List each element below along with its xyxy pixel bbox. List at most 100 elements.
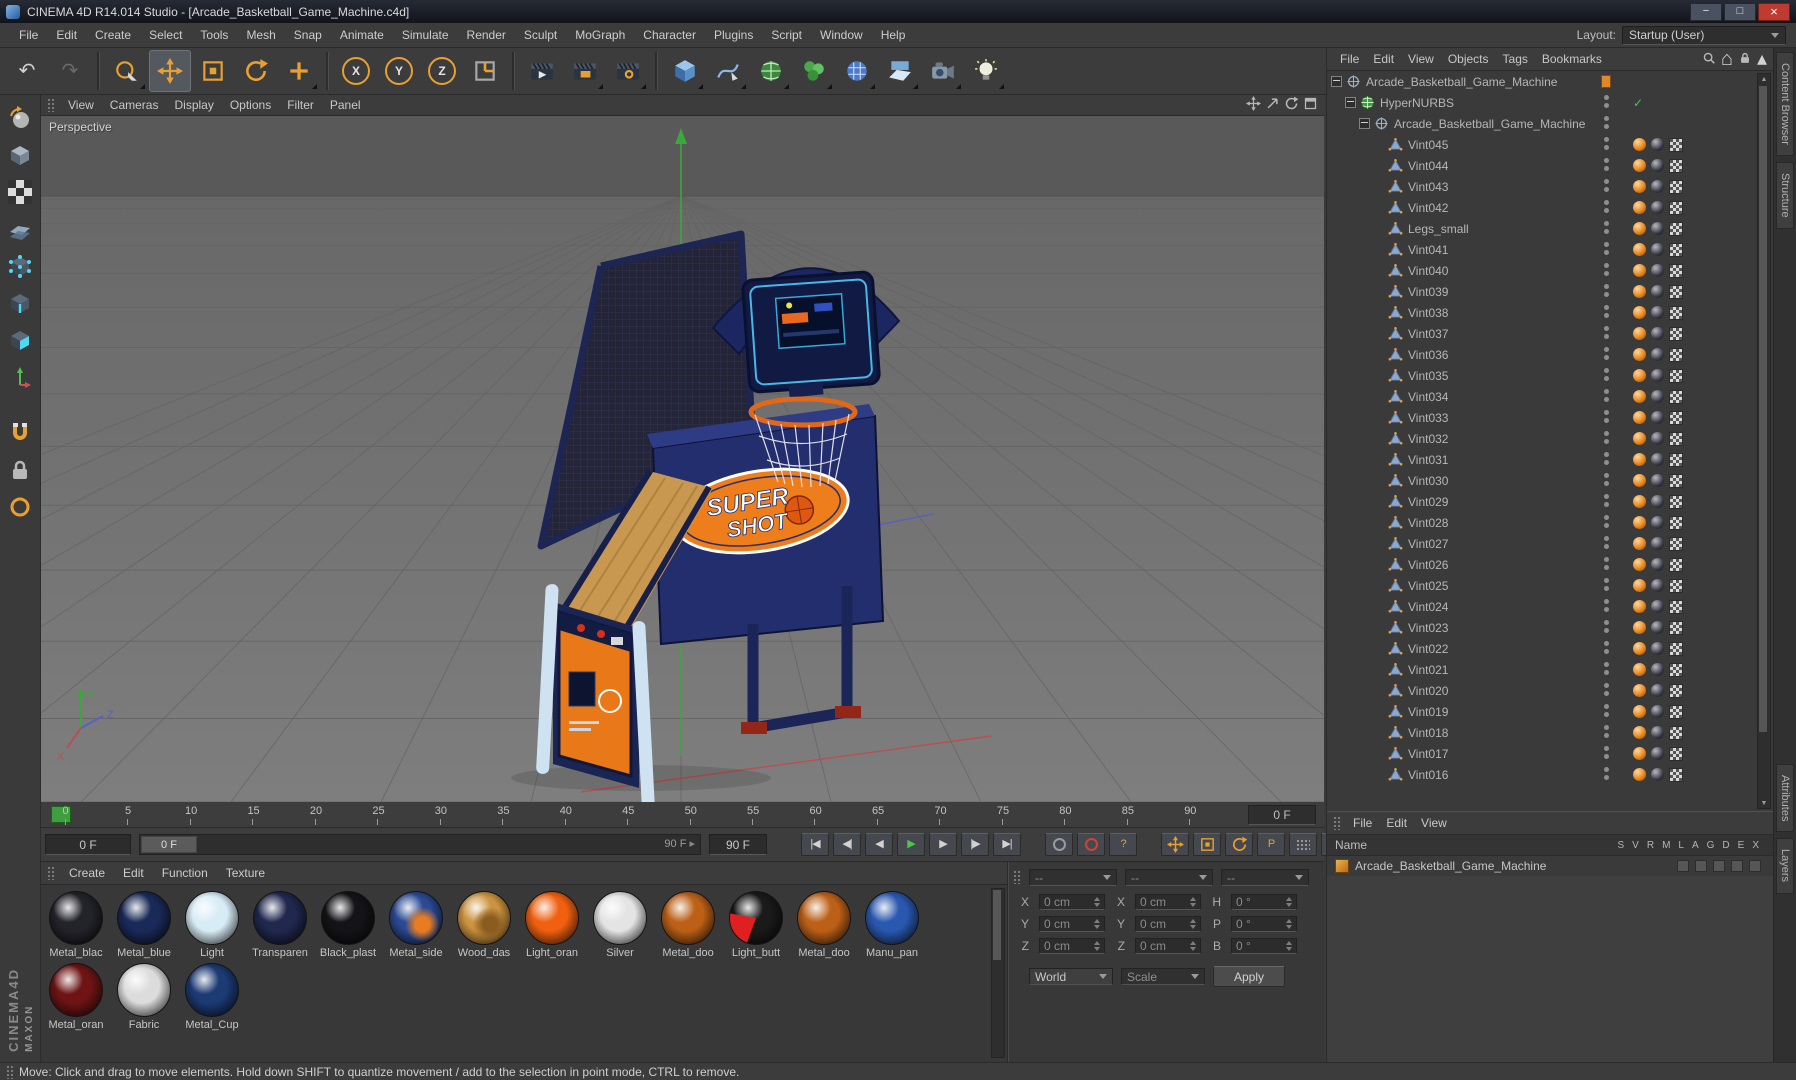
visibility-dots-icon[interactable] xyxy=(1603,745,1609,751)
phong-tag-icon[interactable] xyxy=(1651,684,1664,697)
points-mode-button[interactable] xyxy=(5,251,35,281)
tree-expander[interactable] xyxy=(1359,118,1370,129)
enabled-check-icon[interactable]: ✓ xyxy=(1633,96,1643,110)
phong-tag-icon[interactable] xyxy=(1651,306,1664,319)
panel-grip-icon[interactable] xyxy=(47,98,56,112)
tree-row[interactable]: Vint027 xyxy=(1327,533,1773,554)
material-item[interactable]: Metal_doo xyxy=(657,891,719,959)
visibility-dots-icon[interactable] xyxy=(1603,766,1609,772)
layer-menu-edit[interactable]: Edit xyxy=(1379,814,1414,832)
phong-tag-icon[interactable] xyxy=(1651,348,1664,361)
tree-expander[interactable] xyxy=(1331,76,1342,87)
visibility-dots-icon[interactable] xyxy=(1603,556,1609,562)
visibility-slot[interactable] xyxy=(1601,75,1611,88)
object-menu-tags[interactable]: Tags xyxy=(1496,50,1535,68)
viewport-menu-display[interactable]: Display xyxy=(166,96,221,114)
material-item[interactable]: Metal_blue xyxy=(113,891,175,959)
visibility-dots-icon[interactable] xyxy=(1603,262,1609,268)
visibility-dots-icon[interactable] xyxy=(1603,346,1609,352)
material-item[interactable]: Metal_oran xyxy=(45,963,107,1031)
phong-tag-icon[interactable] xyxy=(1651,579,1664,592)
visibility-dots-icon[interactable] xyxy=(1603,115,1609,121)
phong-tag-icon[interactable] xyxy=(1651,159,1664,172)
texture-tag-icon[interactable] xyxy=(1633,495,1646,508)
phong-tag-icon[interactable] xyxy=(1651,558,1664,571)
workplane-lock-button[interactable] xyxy=(5,455,35,485)
texture-tag-icon[interactable] xyxy=(1633,306,1646,319)
panel-grip-icon[interactable] xyxy=(1333,816,1342,830)
pan-view-button[interactable] xyxy=(1246,96,1261,114)
material-item[interactable]: Fabric xyxy=(113,963,175,1031)
lock-z-button[interactable]: Z xyxy=(421,50,463,92)
tree-row[interactable]: Vint044 xyxy=(1327,155,1773,176)
menu-help[interactable]: Help xyxy=(872,25,915,45)
visibility-dots-icon[interactable] xyxy=(1603,283,1609,289)
stepper-icon[interactable] xyxy=(1286,897,1292,907)
tree-row[interactable]: Vint029 xyxy=(1327,491,1773,512)
tree-row[interactable]: Vint028 xyxy=(1327,512,1773,533)
coordinate-field[interactable]: 0 ° xyxy=(1231,938,1297,954)
material-item[interactable]: Transparen xyxy=(249,891,311,959)
material-menu-function[interactable]: Function xyxy=(153,863,217,883)
tree-row[interactable]: Vint040 xyxy=(1327,260,1773,281)
phong-tag-icon[interactable] xyxy=(1651,243,1664,256)
end-frame-field[interactable]: 90 F xyxy=(709,834,767,855)
material-item[interactable]: Black_plast xyxy=(317,891,379,959)
quick-move-button[interactable] xyxy=(1161,833,1189,856)
object-menu-edit[interactable]: Edit xyxy=(1366,50,1401,68)
panel-grip-icon[interactable] xyxy=(47,866,56,880)
add-hypernurbs-button[interactable] xyxy=(750,50,792,92)
layer-tag[interactable] xyxy=(1601,75,1611,88)
autokeying-button[interactable] xyxy=(1077,833,1105,856)
goto-end-button[interactable]: ▶| xyxy=(993,833,1021,856)
uvw-tag-icon[interactable] xyxy=(1669,263,1683,278)
rotate-view-button[interactable] xyxy=(1284,96,1299,114)
visibility-dots-icon[interactable] xyxy=(1603,640,1609,646)
tree-row[interactable]: Vint033 xyxy=(1327,407,1773,428)
tree-row[interactable]: Vint038 xyxy=(1327,302,1773,323)
menu-file[interactable]: File xyxy=(10,25,47,45)
toggle-icon[interactable] xyxy=(1677,860,1689,872)
material-item[interactable]: Wood_das xyxy=(453,891,515,959)
texture-tag-icon[interactable] xyxy=(1633,747,1646,760)
uvw-tag-icon[interactable] xyxy=(1669,557,1683,572)
model-mode-button[interactable] xyxy=(5,140,35,170)
material-item[interactable]: Manu_pan xyxy=(861,891,923,959)
material-item[interactable]: Metal_doo xyxy=(793,891,855,959)
texture-tag-icon[interactable] xyxy=(1633,222,1646,235)
tree-row[interactable]: Vint037 xyxy=(1327,323,1773,344)
add-environment-button[interactable] xyxy=(879,50,921,92)
coordinate-field[interactable]: 0 ° xyxy=(1231,894,1297,910)
phong-tag-icon[interactable] xyxy=(1651,264,1664,277)
goto-previous-key-button[interactable]: ◀| xyxy=(833,833,861,856)
uvw-tag-icon[interactable] xyxy=(1669,578,1683,593)
texture-tag-icon[interactable] xyxy=(1633,432,1646,445)
uvw-tag-icon[interactable] xyxy=(1669,410,1683,425)
texture-tag-icon[interactable] xyxy=(1633,201,1646,214)
uvw-tag-icon[interactable] xyxy=(1669,137,1683,152)
coordinate-field[interactable]: 0 cm xyxy=(1135,894,1201,910)
help-button[interactable]: ? xyxy=(1109,833,1137,856)
tree-row[interactable]: Vint035 xyxy=(1327,365,1773,386)
texture-tag-icon[interactable] xyxy=(1633,600,1646,613)
texture-tag-icon[interactable] xyxy=(1633,327,1646,340)
minimize-button[interactable] xyxy=(1690,2,1722,21)
start-frame-field[interactable]: 0 F xyxy=(45,834,131,855)
rotate-button[interactable] xyxy=(235,50,277,92)
snap-settings-button[interactable] xyxy=(5,418,35,448)
menu-character[interactable]: Character xyxy=(634,25,705,45)
side-tab-structure[interactable]: Structure xyxy=(1776,161,1794,229)
texture-tag-icon[interactable] xyxy=(1633,243,1646,256)
goto-next-key-button[interactable]: |▶ xyxy=(961,833,989,856)
tree-row[interactable]: Arcade_Basketball_Game_Machine xyxy=(1327,71,1773,92)
visibility-dots-icon[interactable] xyxy=(1603,451,1609,457)
search-button[interactable] xyxy=(1702,51,1716,68)
phong-tag-icon[interactable] xyxy=(1651,327,1664,340)
uvw-tag-icon[interactable] xyxy=(1669,221,1683,236)
uvw-tag-icon[interactable] xyxy=(1669,179,1683,194)
material-item[interactable]: Light_butt xyxy=(725,891,787,959)
visibility-dots-icon[interactable] xyxy=(1603,241,1609,247)
menu-window[interactable]: Window xyxy=(811,25,872,45)
stepper-icon[interactable] xyxy=(1094,919,1100,929)
tree-row[interactable]: Legs_small xyxy=(1327,218,1773,239)
